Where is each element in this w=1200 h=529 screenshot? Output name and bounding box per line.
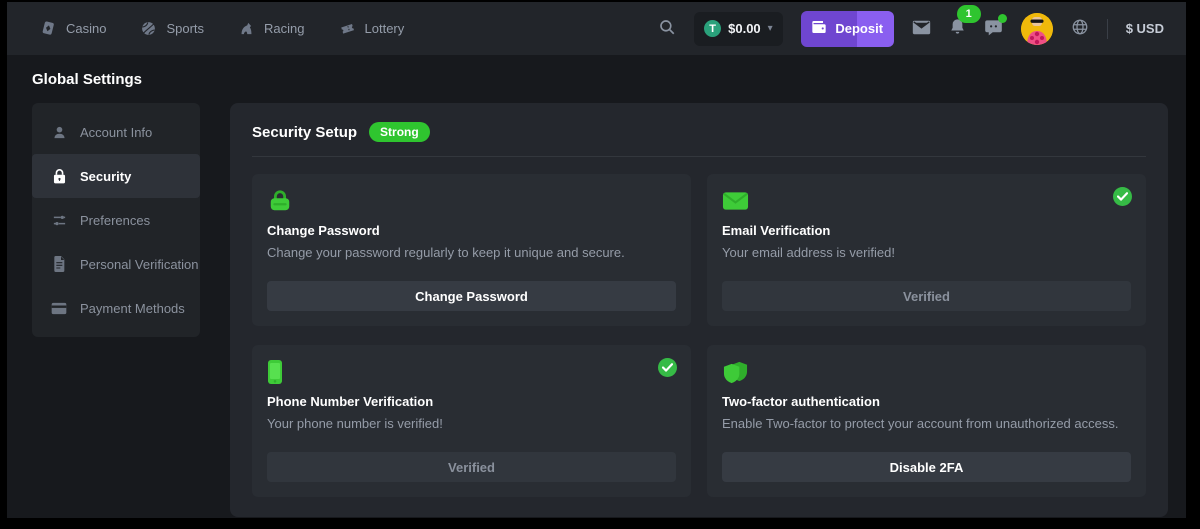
nav-item-sports[interactable]: Sports xyxy=(140,20,204,37)
lock-icon xyxy=(51,168,67,184)
settings-page: Global Settings Account Info Security xyxy=(7,55,1186,517)
navbar-divider xyxy=(1107,19,1108,39)
green-phone-icon xyxy=(267,359,676,385)
phone-verification-card: Phone Number Verification Your phone num… xyxy=(252,345,691,497)
search-button[interactable] xyxy=(658,18,676,39)
notifications-button[interactable]: 1 xyxy=(949,18,966,39)
nav-item-racing[interactable]: Racing xyxy=(238,20,304,37)
change-password-card: Change Password Change your password reg… xyxy=(252,174,691,326)
currency-label: $ USD xyxy=(1126,21,1164,36)
primary-nav: Casino Sports Racing Lottery xyxy=(40,20,404,37)
green-lock-icon xyxy=(267,188,676,214)
tether-coin-icon: T xyxy=(704,20,721,37)
panel-divider xyxy=(252,156,1146,157)
navbar-actions: T $0.00 ▾ Deposit 1 xyxy=(658,11,1164,47)
phone-verified-button[interactable]: Verified xyxy=(267,452,676,482)
browser-viewport: Casino Sports Racing Lottery xyxy=(0,0,1200,529)
casino-card-icon xyxy=(40,20,57,37)
security-cards-grid: Change Password Change your password reg… xyxy=(252,174,1146,497)
sidebar-item-label: Personal Verification xyxy=(80,257,199,272)
card-description: Change your password regularly to keep i… xyxy=(267,245,676,260)
card-description: Enable Two-factor to protect your accoun… xyxy=(722,416,1131,431)
sidebar-item-label: Preferences xyxy=(80,213,150,228)
page-title: Global Settings xyxy=(32,71,1168,88)
currency-selector[interactable]: $ USD xyxy=(1126,21,1164,36)
card-title: Email Verification xyxy=(722,223,1131,238)
sidebar-item-personal-verification[interactable]: Personal Verification xyxy=(32,242,200,286)
mail-icon xyxy=(912,20,931,38)
nav-item-label: Racing xyxy=(264,21,304,36)
sidebar-item-preferences[interactable]: Preferences xyxy=(32,198,200,242)
nav-item-label: Sports xyxy=(166,21,204,36)
wallet-icon xyxy=(811,20,827,37)
sidebar-item-label: Payment Methods xyxy=(80,301,185,316)
security-panel-header: Security Setup Strong xyxy=(252,122,1146,142)
sliders-icon xyxy=(51,213,67,228)
two-factor-card: Two-factor authentication Enable Two-fac… xyxy=(707,345,1146,497)
check-circle-icon xyxy=(658,358,677,377)
deposit-button[interactable]: Deposit xyxy=(801,11,894,47)
card-description: Your email address is verified! xyxy=(722,245,1131,260)
security-strength-badge: Strong xyxy=(369,122,430,142)
disable-2fa-button[interactable]: Disable 2FA xyxy=(722,452,1131,482)
horse-head-icon xyxy=(238,20,255,37)
search-icon xyxy=(658,18,676,39)
person-icon xyxy=(51,125,67,140)
language-button[interactable] xyxy=(1071,18,1089,39)
email-verified-button[interactable]: Verified xyxy=(722,281,1131,311)
chat-button[interactable] xyxy=(984,18,1003,40)
sidebar-item-security[interactable]: Security xyxy=(32,154,200,198)
change-password-button[interactable]: Change Password xyxy=(267,281,676,311)
check-circle-icon xyxy=(1113,187,1132,206)
nav-item-lottery[interactable]: Lottery xyxy=(339,20,405,37)
nav-item-casino[interactable]: Casino xyxy=(40,20,106,37)
email-verification-card: Email Verification Your email address is… xyxy=(707,174,1146,326)
security-panel: Security Setup Strong Change Password Ch… xyxy=(230,103,1168,517)
sidebar-item-payment-methods[interactable]: Payment Methods xyxy=(32,286,200,330)
user-avatar[interactable] xyxy=(1021,13,1053,45)
online-status-dot xyxy=(998,14,1007,23)
card-title: Two-factor authentication xyxy=(722,394,1131,409)
sidebar-item-account-info[interactable]: Account Info xyxy=(32,110,200,154)
sidebar-item-label: Account Info xyxy=(80,125,152,140)
basketball-icon xyxy=(140,20,157,37)
double-shield-icon xyxy=(722,359,1131,385)
sidebar-item-label: Security xyxy=(80,169,131,184)
document-icon xyxy=(51,256,67,272)
globe-icon xyxy=(1071,18,1089,39)
balance-amount: $0.00 xyxy=(728,21,761,36)
credit-card-icon xyxy=(51,302,67,315)
chevron-down-icon: ▾ xyxy=(768,23,773,34)
green-envelope-icon xyxy=(722,188,1131,214)
notification-count-badge: 1 xyxy=(957,5,981,23)
top-navbar: Casino Sports Racing Lottery xyxy=(7,2,1186,55)
lottery-ticket-icon xyxy=(339,20,356,37)
card-title: Phone Number Verification xyxy=(267,394,676,409)
messages-button[interactable] xyxy=(912,20,931,38)
nav-item-label: Lottery xyxy=(365,21,405,36)
card-title: Change Password xyxy=(267,223,676,238)
app-window: Casino Sports Racing Lottery xyxy=(7,2,1186,518)
panel-title: Security Setup xyxy=(252,124,357,141)
wallet-balance-dropdown[interactable]: T $0.00 ▾ xyxy=(694,12,783,46)
settings-sidebar: Account Info Security Preferences xyxy=(32,103,200,337)
nav-item-label: Casino xyxy=(66,21,106,36)
card-description: Your phone number is verified! xyxy=(267,416,676,431)
deposit-button-label: Deposit xyxy=(835,21,883,36)
